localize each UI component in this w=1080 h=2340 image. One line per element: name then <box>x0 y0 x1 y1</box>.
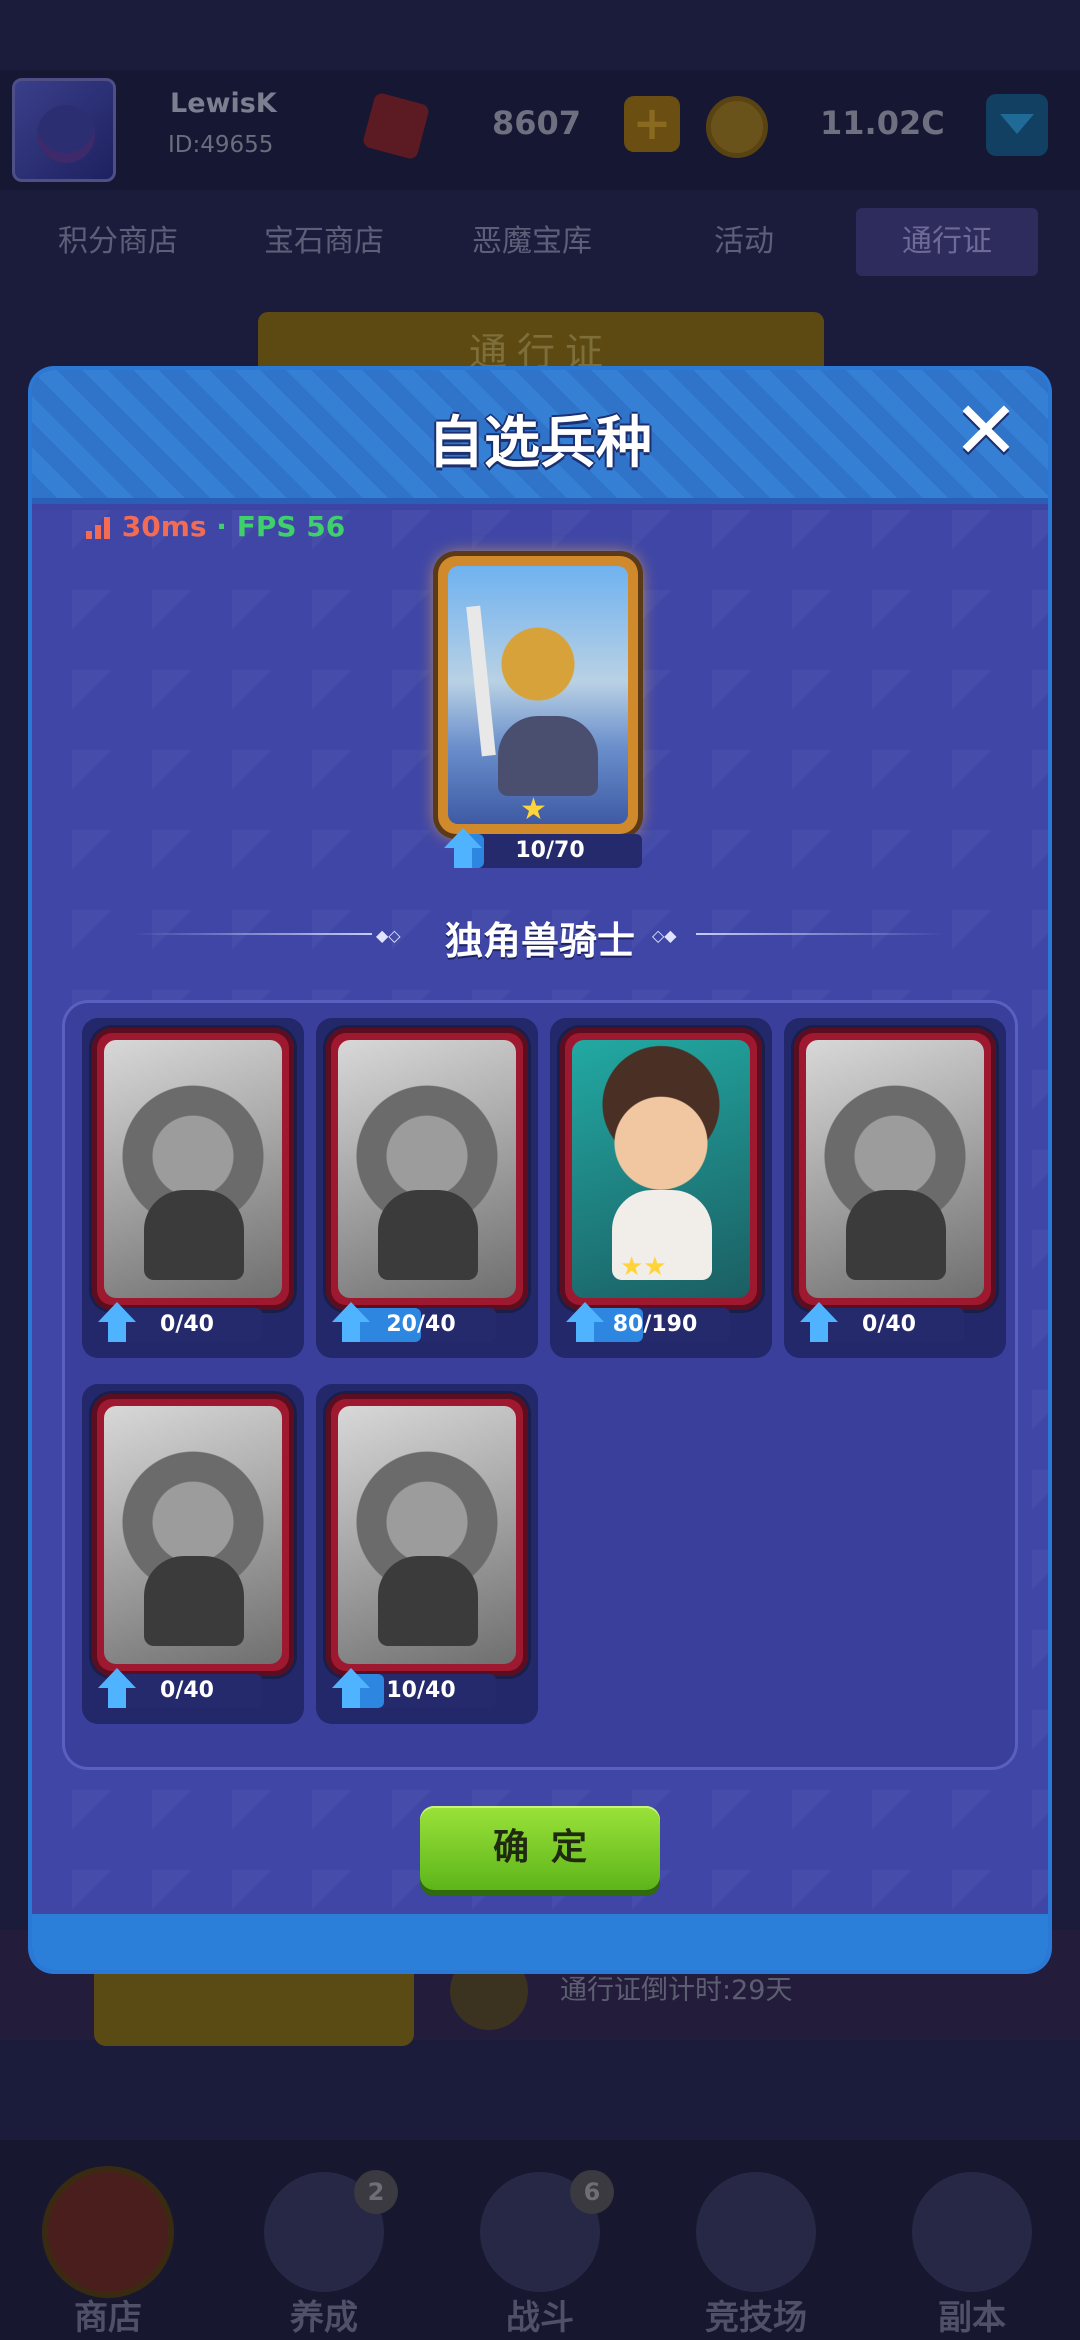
network-stats: 30ms · FPS 56 <box>86 510 345 543</box>
unit-name-row: ◆◇ 独角兽骑士 ◇◆ <box>32 904 1048 964</box>
unit-card[interactable]: ★★ 80/190 <box>550 1018 772 1358</box>
armored-king-portrait <box>104 1406 282 1664</box>
unit-progress: 80/190 <box>566 1302 730 1342</box>
unit-grid: 0/40 20/40 ★★ 80/190 0/40 0/40 10/40 <box>62 1000 1018 1770</box>
unit-portrait-frame <box>326 1028 528 1310</box>
unit-portrait-frame <box>794 1028 996 1310</box>
unit-card[interactable]: 0/40 <box>82 1018 304 1358</box>
confirm-button[interactable]: 确定 <box>420 1806 660 1890</box>
star-icon: ★ <box>520 792 547 827</box>
progress-text: 0/40 <box>862 1312 916 1337</box>
progress-text: 0/40 <box>160 1312 214 1337</box>
fps-separator: · <box>206 510 237 543</box>
unicorn-knight-portrait <box>448 566 628 824</box>
modal-header: 自选兵种 ✕ <box>32 370 1048 504</box>
unit-progress: 10/40 <box>332 1668 496 1708</box>
unit-card[interactable]: 10/40 <box>316 1384 538 1724</box>
modal-footer <box>32 1914 1048 1970</box>
unit-progress: 20/40 <box>332 1302 496 1342</box>
ping-value: 30ms <box>121 510 207 543</box>
dark-elf-rider-portrait <box>104 1040 282 1298</box>
orc-brute-portrait <box>806 1040 984 1298</box>
divider <box>696 933 946 935</box>
selected-unit-name: 独角兽骑士 <box>444 919 635 963</box>
star-icon: ★★ <box>620 1252 667 1282</box>
fps-value: FPS 56 <box>236 510 346 543</box>
progress-text: 10/70 <box>515 838 585 863</box>
unit-card[interactable]: 0/40 <box>784 1018 1006 1358</box>
selected-unit-card[interactable]: ★ <box>438 556 638 834</box>
signal-icon <box>86 517 112 539</box>
unit-portrait-frame <box>92 1394 294 1676</box>
dragon-portrait <box>338 1406 516 1664</box>
selected-unit-progress: 10/70 <box>444 828 642 868</box>
unit-progress: 0/40 <box>800 1302 964 1342</box>
close-button[interactable]: ✕ <box>950 391 1022 471</box>
unit-portrait-frame <box>92 1028 294 1310</box>
progress-text: 20/40 <box>386 1312 456 1337</box>
progress-text: 80/190 <box>612 1312 698 1337</box>
unit-progress: 0/40 <box>98 1668 262 1708</box>
select-unit-modal: 自选兵种 ✕ 30ms · FPS 56 ★ 10/70 ◆◇ 独角兽骑士 ◇◆… <box>32 370 1048 1970</box>
unit-portrait-frame <box>326 1394 528 1676</box>
unit-card[interactable]: 20/40 <box>316 1018 538 1358</box>
unit-progress: 0/40 <box>98 1302 262 1342</box>
wolf-warrior-portrait <box>338 1040 516 1298</box>
progress-text: 10/40 <box>386 1678 456 1703</box>
unit-card[interactable]: 0/40 <box>82 1384 304 1724</box>
modal-title: 自选兵种 <box>428 411 652 476</box>
progress-text: 0/40 <box>160 1678 214 1703</box>
diamond-ornament-icon: ◇◆ <box>652 926 677 945</box>
